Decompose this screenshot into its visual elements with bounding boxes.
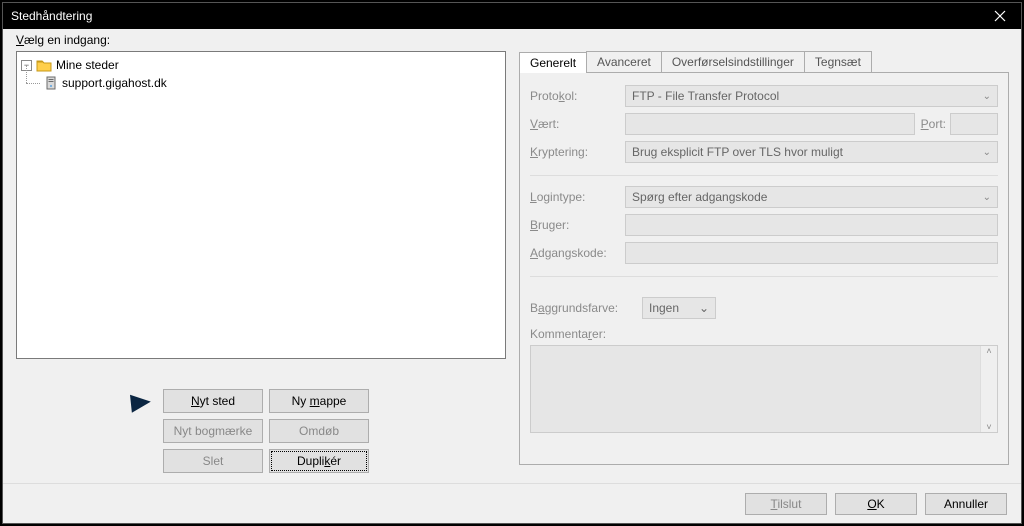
tree-root-label: Mine steder bbox=[56, 58, 119, 72]
user-label: Bruger: bbox=[530, 218, 625, 232]
tab-transfer[interactable]: Overførselsindstillinger bbox=[661, 51, 805, 72]
ok-button[interactable]: OK bbox=[835, 493, 917, 515]
new-folder-button[interactable]: Ny mappe bbox=[269, 389, 369, 413]
close-icon bbox=[994, 10, 1006, 22]
tabs: Generelt Avanceret Overførselsindstillin… bbox=[519, 51, 1009, 73]
delete-button: Slet bbox=[163, 449, 263, 473]
scrollbar[interactable]: ˄˅ bbox=[980, 346, 997, 432]
tree-site-item[interactable]: support.gigahost.dk bbox=[26, 74, 501, 92]
host-label: Vært: bbox=[530, 117, 625, 131]
tab-general[interactable]: Generelt bbox=[519, 52, 587, 73]
logintype-select[interactable]: Spørg efter adgangskode ⌄ bbox=[625, 186, 998, 208]
annotation-arrow bbox=[85, 390, 153, 423]
settings-panel: Generelt Avanceret Overførselsindstillin… bbox=[519, 51, 1009, 469]
titlebar[interactable]: Stedhåndtering bbox=[3, 3, 1021, 29]
tab-advanced[interactable]: Avanceret bbox=[586, 51, 662, 72]
scroll-down-icon[interactable]: ˅ bbox=[981, 422, 997, 432]
rename-button: Omdøb bbox=[269, 419, 369, 443]
site-manager-dialog: Stedhåndtering Vælg en indgang: − Mine s… bbox=[2, 2, 1022, 524]
close-button[interactable] bbox=[979, 3, 1021, 29]
port-label: Port: bbox=[921, 117, 946, 131]
select-entry-label: Vælg en indgang: bbox=[16, 33, 110, 47]
divider bbox=[530, 276, 998, 277]
logintype-label: Logintype: bbox=[530, 190, 625, 204]
scroll-up-icon[interactable]: ˄ bbox=[981, 346, 997, 356]
tree-root-item[interactable]: − Mine steder bbox=[21, 56, 501, 74]
server-icon bbox=[44, 76, 58, 90]
protocol-label: Protokol: bbox=[530, 89, 625, 103]
new-site-button[interactable]: Nyt sted bbox=[163, 389, 263, 413]
chevron-down-icon: ⌄ bbox=[983, 91, 991, 102]
divider bbox=[530, 175, 998, 176]
tab-general-body: Protokol: FTP - File Transfer Protocol ⌄… bbox=[519, 73, 1009, 465]
new-bookmark-button: Nyt bogmærke bbox=[163, 419, 263, 443]
chevron-down-icon: ⌄ bbox=[983, 192, 991, 203]
bgcolor-label: Baggrundsfarve: bbox=[530, 301, 638, 315]
comments-textarea[interactable]: ˄˅ bbox=[530, 345, 998, 433]
password-input[interactable] bbox=[625, 242, 998, 264]
folder-icon bbox=[36, 58, 52, 72]
user-input[interactable] bbox=[625, 214, 998, 236]
encryption-label: Kryptering: bbox=[530, 145, 625, 159]
host-input[interactable] bbox=[625, 113, 915, 135]
chevron-down-icon: ⌄ bbox=[983, 147, 991, 158]
site-actions: Nyt sted Ny mappe Nyt bogmærke Omdøb Sle… bbox=[163, 389, 375, 479]
sites-tree[interactable]: − Mine steder support.gigahost.dk bbox=[16, 51, 506, 359]
tab-charset[interactable]: Tegnsæt bbox=[804, 51, 872, 72]
connect-button: Tilslut bbox=[745, 493, 827, 515]
chevron-down-icon: ⌄ bbox=[699, 301, 709, 315]
encryption-select[interactable]: Brug eksplicit FTP over TLS hvor muligt … bbox=[625, 141, 998, 163]
dialog-content: Vælg en indgang: − Mine steder support.g… bbox=[3, 29, 1021, 523]
tree-site-label: support.gigahost.dk bbox=[62, 76, 167, 90]
bgcolor-select[interactable]: Ingen ⌄ bbox=[642, 297, 716, 319]
port-input[interactable] bbox=[950, 113, 998, 135]
cancel-button[interactable]: Annuller bbox=[925, 493, 1007, 515]
dialog-footer: Tilslut OK Annuller bbox=[3, 483, 1021, 523]
comments-label: Kommentarer: bbox=[530, 327, 998, 341]
protocol-select[interactable]: FTP - File Transfer Protocol ⌄ bbox=[625, 85, 998, 107]
duplicate-button[interactable]: Duplikér bbox=[269, 449, 369, 473]
password-label: Adgangskode: bbox=[530, 246, 625, 260]
window-title: Stedhåndtering bbox=[11, 9, 92, 23]
